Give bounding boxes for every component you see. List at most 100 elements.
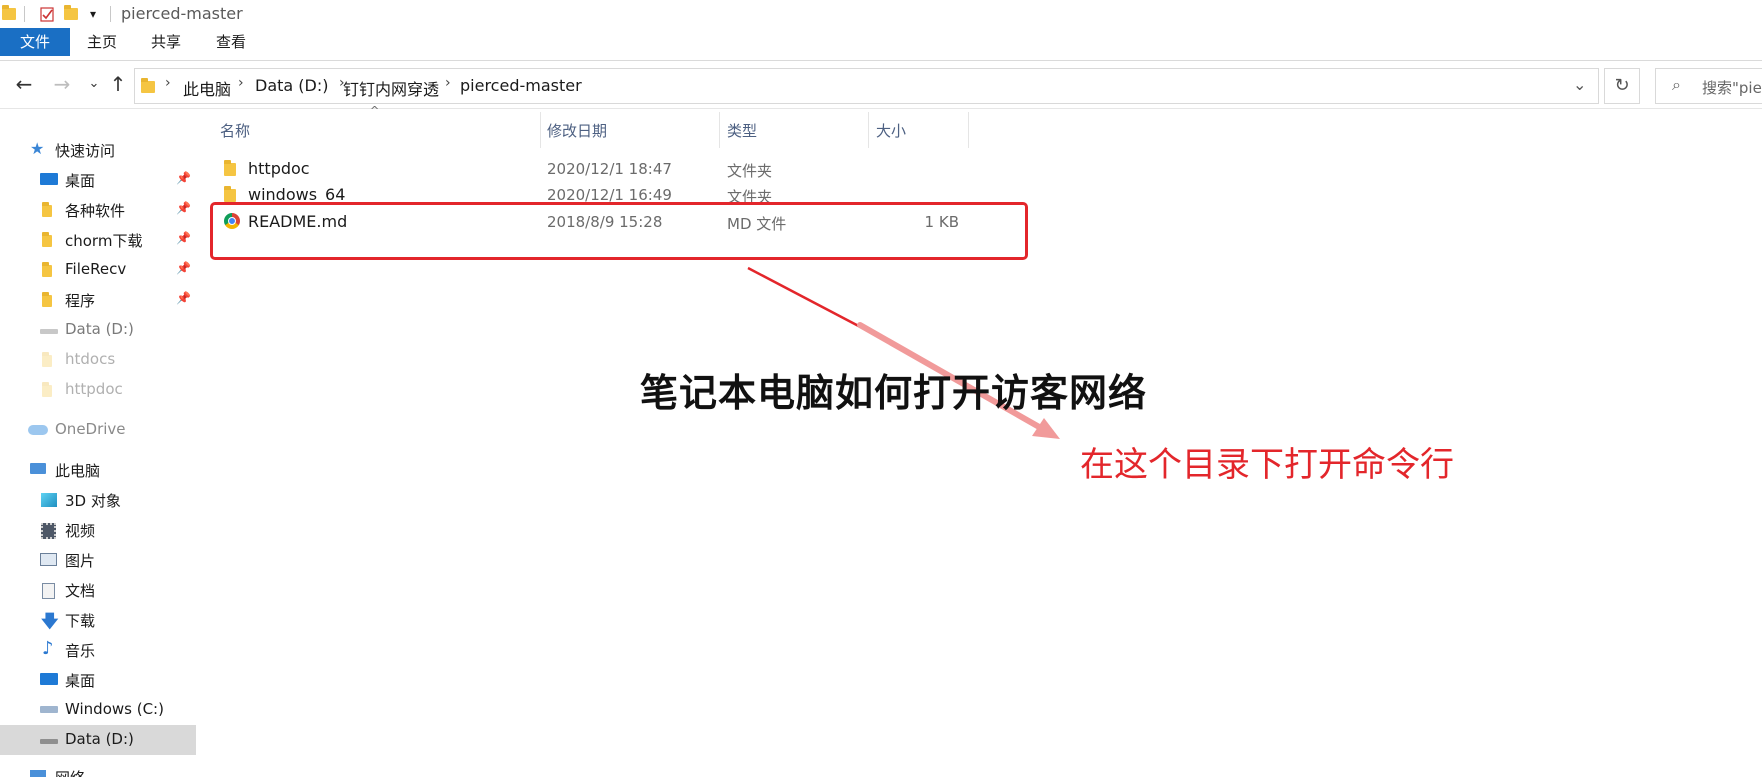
network-icon	[30, 770, 46, 777]
drive-icon	[40, 329, 58, 334]
sidebar-item-label: 文档	[65, 582, 96, 600]
sidebar-item-pictures[interactable]: 图片	[0, 545, 196, 575]
pin-icon[interactable]: 📌	[176, 261, 191, 275]
sidebar-item-label: 3D 对象	[65, 492, 121, 510]
sidebar-item-label: 此电脑	[55, 462, 101, 480]
sidebar-item-data-d[interactable]: Data (D:)	[0, 725, 196, 755]
file-type: 文件夹	[727, 162, 773, 180]
tab-share[interactable]: 共享	[142, 28, 190, 56]
forward-arrow-icon[interactable]: →	[50, 72, 74, 96]
sidebar-item-label: 桌面	[65, 172, 96, 190]
column-header-date[interactable]: 修改日期	[547, 120, 607, 141]
pin-icon[interactable]: 📌	[176, 291, 191, 305]
sort-up-chevron-icon: ^	[370, 104, 380, 117]
cube-icon	[41, 493, 57, 507]
file-row[interactable]: httpdoc 2020/12/1 18:47 文件夹	[210, 156, 970, 182]
address-bar[interactable]: › 此电脑 › Data (D:) › 钉钉内网穿透 › pierced-mas…	[134, 68, 1599, 104]
chevron-right-icon[interactable]: ›	[238, 75, 244, 91]
search-input[interactable]: ⌕ 搜索"pie	[1655, 68, 1762, 104]
sidebar-item-recent-data-d[interactable]: Data (D:)	[0, 315, 196, 345]
picture-icon	[40, 553, 57, 566]
sidebar-item-downloads[interactable]: 🡇 下载	[0, 605, 196, 635]
file-date: 2020/12/1 16:49	[547, 186, 672, 202]
sidebar-item-label: 下载	[65, 612, 96, 630]
navigation-pane: ★ 快速访问 桌面 📌 各种软件 📌 chorm下载 📌 FileRecv 📌 …	[0, 110, 196, 777]
sidebar-item-label: 音乐	[65, 642, 96, 660]
tab-view[interactable]: 查看	[207, 28, 255, 56]
navigation-bar: ← → ⌄ ↑ › 此电脑 › Data (D:) › 钉钉内网穿透 › pie…	[0, 62, 1762, 109]
sidebar-item-desktop[interactable]: 桌面 📌	[0, 165, 196, 195]
pin-icon[interactable]: 📌	[176, 231, 191, 245]
sidebar-item-label: 网络	[55, 767, 85, 777]
sidebar-item-label: Data (D:)	[65, 730, 134, 748]
cloud-icon	[28, 425, 48, 435]
column-header-name[interactable]: 名称	[220, 120, 250, 141]
column-header-type[interactable]: 类型	[727, 120, 757, 141]
music-note-icon: ♪	[42, 638, 54, 659]
sidebar-item-windows-c[interactable]: Windows (C:)	[0, 695, 196, 725]
sidebar-item-recent-htdocs[interactable]: htdocs	[0, 345, 196, 375]
sidebar-item-filerecv[interactable]: FileRecv 📌	[0, 255, 196, 285]
sidebar-item-label: FileRecv	[65, 260, 127, 278]
tab-home[interactable]: 主页	[78, 28, 126, 56]
sidebar-item-label: htdocs	[65, 350, 116, 368]
computer-icon	[30, 463, 46, 474]
sidebar-item-music[interactable]: ♪ 音乐	[0, 635, 196, 665]
search-icon: ⌕	[1672, 75, 1681, 94]
sidebar-item-videos[interactable]: 视频	[0, 515, 196, 545]
pin-icon[interactable]: 📌	[176, 201, 191, 215]
folder-icon	[42, 262, 52, 281]
recent-locations-chevron-icon[interactable]: ⌄	[82, 72, 106, 96]
star-icon: ★	[30, 139, 45, 158]
sidebar-item-label: 各种软件	[65, 202, 126, 220]
breadcrumb-this-pc[interactable]: 此电脑	[183, 76, 231, 100]
pin-icon[interactable]: 📌	[176, 171, 191, 185]
chevron-right-icon[interactable]: ›	[445, 75, 451, 91]
sidebar-item-recent-httpdoc[interactable]: httpdoc	[0, 375, 196, 405]
sidebar-item-3d-objects[interactable]: 3D 对象	[0, 485, 196, 515]
highlight-box	[210, 202, 1028, 260]
refresh-button[interactable]: ↻	[1604, 68, 1640, 104]
chevron-right-icon[interactable]: ›	[165, 75, 171, 91]
desktop-icon	[40, 673, 58, 685]
annotation-note: 在这个目录下打开命令行	[1080, 445, 1454, 485]
back-arrow-icon[interactable]: ←	[12, 72, 36, 96]
sidebar-item-label: OneDrive	[55, 420, 126, 438]
sidebar-item-onedrive[interactable]: OneDrive	[0, 415, 196, 445]
sidebar-item-label: Data (D:)	[65, 320, 134, 338]
sidebar-item-documents[interactable]: 文档	[0, 575, 196, 605]
folder-icon	[2, 5, 16, 22]
breadcrumb-data-d[interactable]: Data (D:)	[255, 76, 328, 95]
chevron-down-icon[interactable]: ⌄	[1573, 75, 1586, 94]
folder-icon	[42, 232, 52, 251]
column-header-size[interactable]: 大小	[876, 120, 906, 141]
folder-icon	[42, 382, 52, 401]
tab-file[interactable]: 文件	[0, 28, 70, 56]
customize-toolbar-icon[interactable]: ▾	[90, 6, 104, 22]
sidebar-item-quick-access[interactable]: ★ 快速访问	[0, 135, 196, 165]
folder-icon	[224, 186, 236, 202]
breadcrumb-folder[interactable]: 钉钉内网穿透	[343, 76, 439, 100]
file-name: httpdoc	[248, 159, 310, 178]
sidebar-item-label: chorm下载	[65, 232, 143, 250]
document-icon	[42, 583, 55, 599]
properties-icon[interactable]	[40, 6, 54, 22]
folder-icon	[141, 78, 155, 97]
download-arrow-icon: 🡇	[41, 612, 59, 632]
drive-icon	[40, 739, 58, 744]
sidebar-item-programs[interactable]: 程序 📌	[0, 285, 196, 315]
sidebar-item-label: 视频	[65, 522, 96, 540]
ribbon: 文件 主页 共享 查看	[0, 28, 1762, 61]
sidebar-item-chorm-downloads[interactable]: chorm下载 📌	[0, 225, 196, 255]
sidebar-item-network[interactable]: 网络	[0, 762, 196, 777]
sidebar-item-software[interactable]: 各种软件 📌	[0, 195, 196, 225]
up-arrow-icon[interactable]: ↑	[106, 72, 130, 96]
sidebar-item-desktop-pc[interactable]: 桌面	[0, 665, 196, 695]
sidebar-item-label: 快速访问	[55, 142, 116, 160]
sidebar-item-label: 程序	[65, 292, 96, 310]
breadcrumb-current[interactable]: pierced-master	[460, 76, 582, 95]
file-row[interactable]: windows_64 2020/12/1 16:49 文件夹	[210, 182, 970, 202]
new-folder-icon[interactable]	[64, 5, 78, 22]
sidebar-item-this-pc[interactable]: 此电脑	[0, 455, 196, 485]
film-icon	[41, 523, 56, 539]
